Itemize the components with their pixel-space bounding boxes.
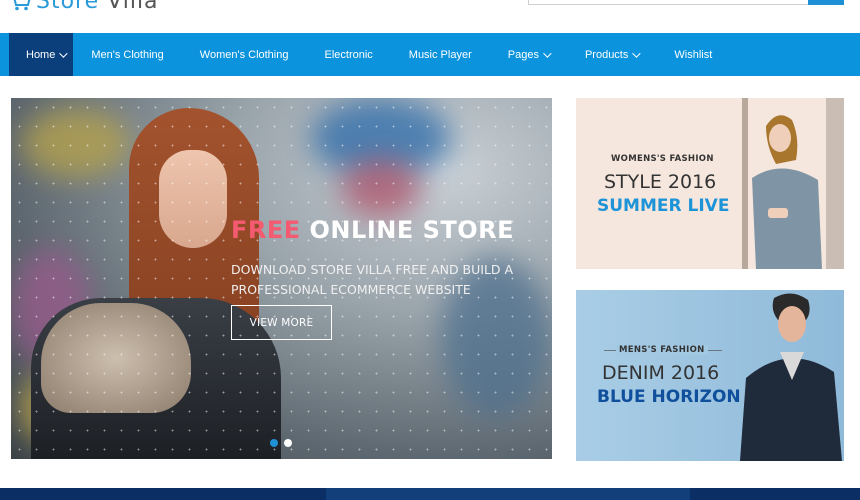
- logo-primary: Store: [36, 0, 100, 14]
- nav-item-label: Music Player: [408, 48, 472, 61]
- nav-item-products[interactable]: Products: [567, 33, 656, 76]
- main-navigation: Home Men's Clothing Women's Clothing Ele…: [0, 33, 860, 76]
- banner-tag: MENS'S FASHION: [616, 345, 708, 355]
- nav-item-label: Wishlist: [674, 48, 713, 61]
- nav-item-mens-clothing[interactable]: Men's Clothing: [73, 33, 181, 76]
- nav-item-womens-clothing[interactable]: Women's Clothing: [182, 33, 307, 76]
- nav-item-pages[interactable]: Pages: [490, 33, 567, 76]
- nav-item-home[interactable]: Home: [9, 33, 74, 76]
- hero-copy: FREE ONLINE STORE DOWNLOAD STORE VILLA F…: [231, 216, 531, 300]
- hero-title-accent: FREE: [231, 216, 301, 244]
- search-button[interactable]: [808, 0, 844, 5]
- nav-item-label: Electronic: [324, 48, 373, 61]
- view-more-button[interactable]: VIEW MORE: [231, 305, 332, 340]
- footer-segment: [326, 488, 690, 500]
- banner-headline: STYLE 2016: [604, 171, 717, 193]
- nav-item-wishlist[interactable]: Wishlist: [656, 33, 730, 76]
- hero-slider: FREE ONLINE STORE DOWNLOAD STORE VILLA F…: [11, 98, 552, 459]
- hero-subtitle: DOWNLOAD STORE VILLA FREE AND BUILD A PR…: [231, 262, 514, 297]
- nav-item-music-player[interactable]: Music Player: [391, 33, 490, 76]
- slider-dot-2[interactable]: [284, 439, 292, 447]
- banner-headline: DENIM 2016: [602, 362, 720, 384]
- logo-text: Store Villa: [36, 0, 159, 14]
- model-illustration: [740, 293, 842, 461]
- hero-title-rest: ONLINE STORE: [309, 216, 515, 244]
- store-logo[interactable]: Store Villa: [8, 0, 159, 14]
- banner-womens-fashion[interactable]: WOMENS'S FASHION STYLE 2016 SUMMER LIVE: [576, 98, 844, 269]
- chevron-down-icon: [59, 48, 69, 58]
- logo-secondary: Villa: [107, 0, 159, 14]
- shopping-cart-icon: [13, 0, 31, 11]
- nav-item-label: Pages: [507, 48, 539, 61]
- banner-highlight: BLUE HORIZON: [597, 387, 741, 407]
- chevron-down-icon: [543, 48, 552, 58]
- chevron-down-icon: [632, 48, 642, 58]
- hero-title: FREE ONLINE STORE: [231, 216, 531, 244]
- banner-mens-fashion[interactable]: MENS'S FASHION DENIM 2016 BLUE HORIZON: [576, 290, 844, 461]
- search-input[interactable]: [528, 0, 844, 5]
- footer-strip: [0, 488, 860, 500]
- top-header: Store Villa: [0, 0, 860, 33]
- nav-item-label: Products: [584, 48, 629, 61]
- slider-dot-1[interactable]: [270, 439, 278, 447]
- model-illustration: [742, 98, 844, 269]
- nav-item-electronic[interactable]: Electronic: [306, 33, 390, 76]
- nav-item-label: Home: [26, 48, 56, 61]
- banner-highlight: SUMMER LIVE: [597, 196, 730, 216]
- nav-item-label: Men's Clothing: [91, 48, 164, 61]
- slider-pagination: [270, 439, 292, 447]
- nav-item-label: Women's Clothing: [199, 48, 289, 61]
- banner-tag: WOMENS'S FASHION: [611, 154, 714, 164]
